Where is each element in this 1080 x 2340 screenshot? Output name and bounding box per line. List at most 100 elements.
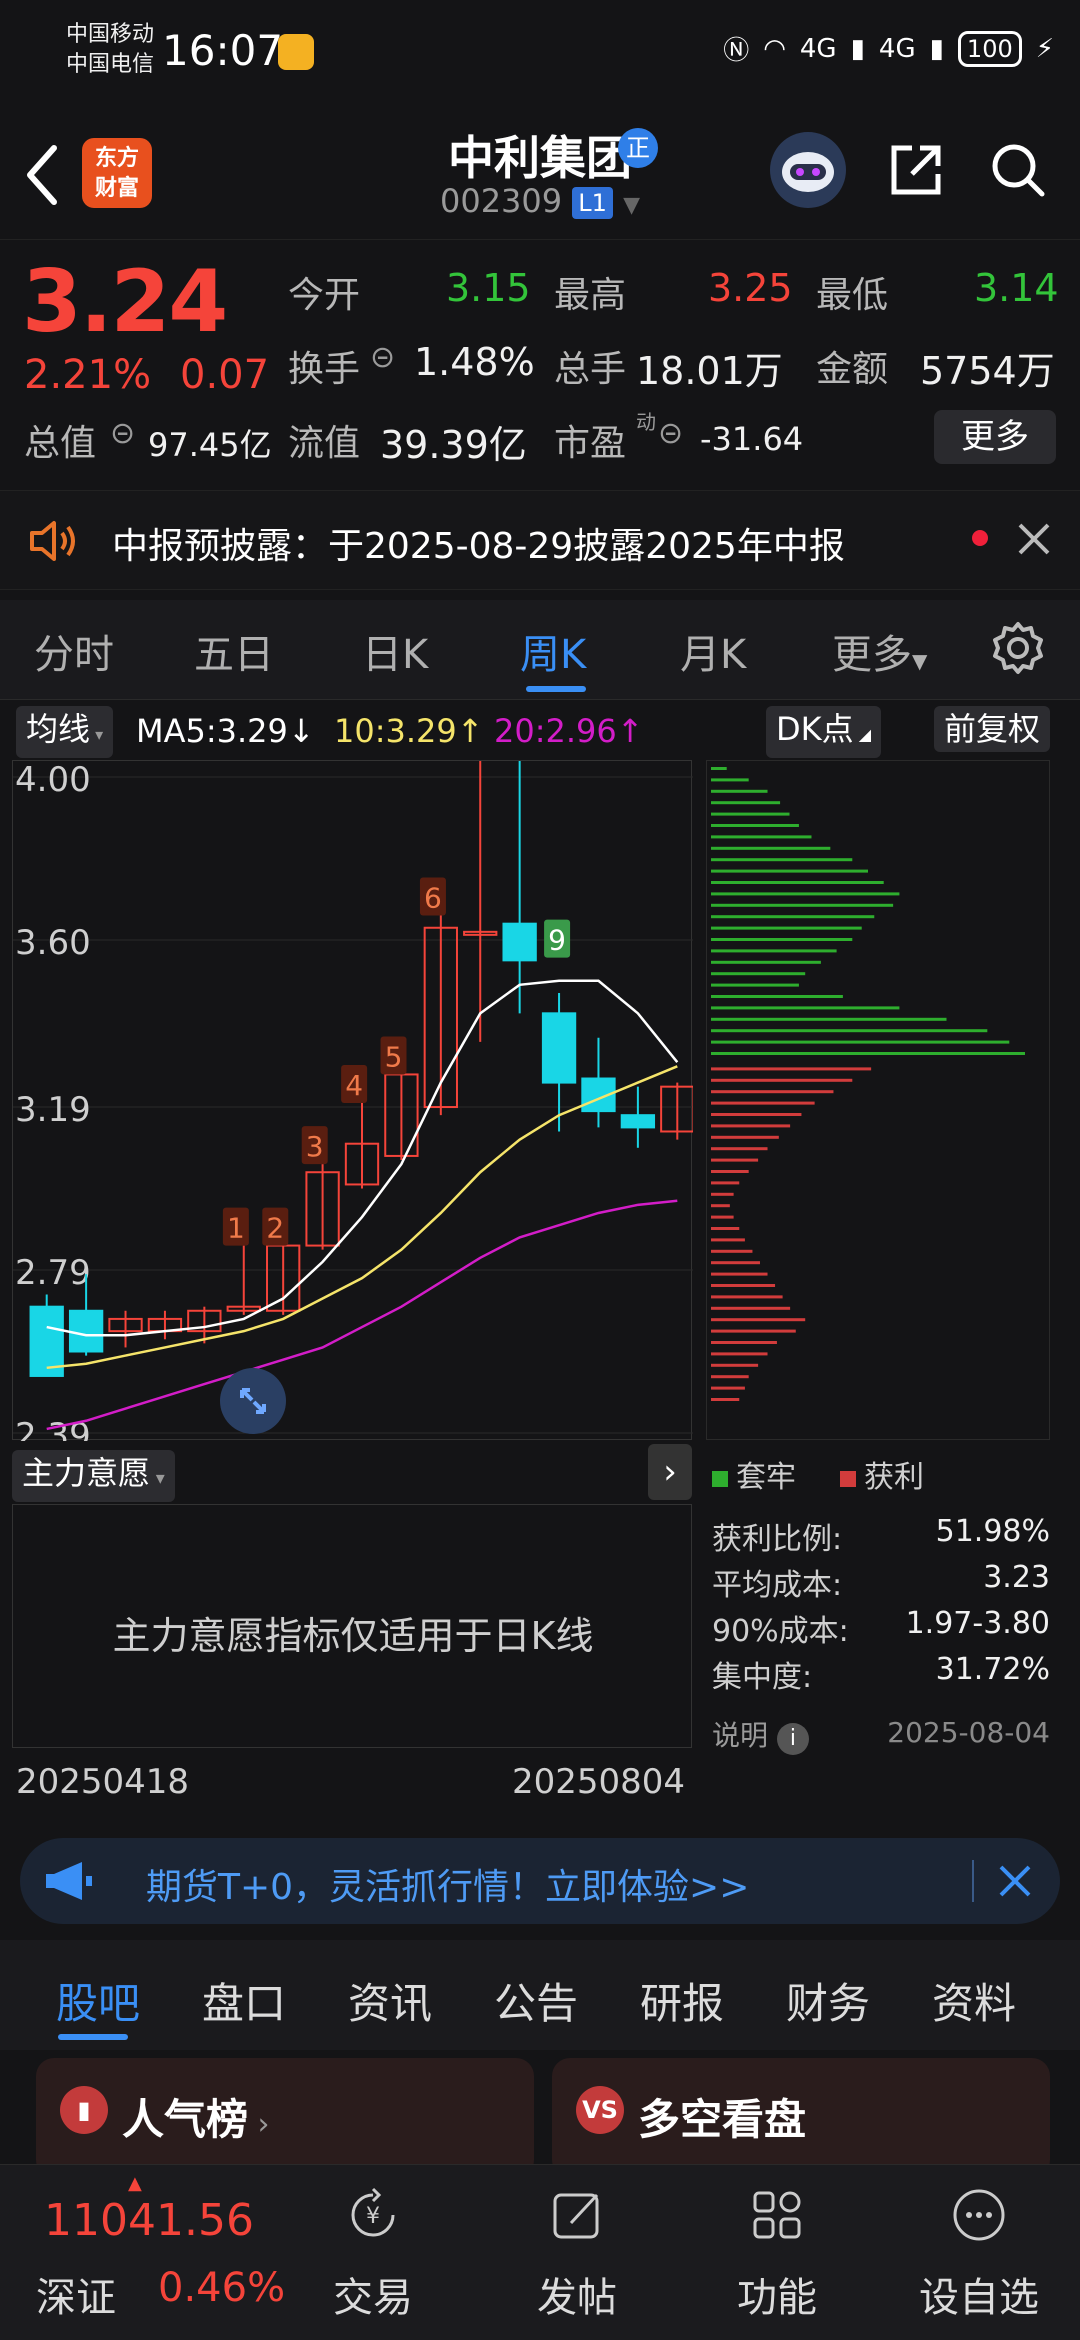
active-tab-indicator <box>58 2034 128 2040</box>
close-icon[interactable] <box>998 1864 1032 1898</box>
info-icon: i <box>776 1723 809 1755</box>
level-badge: L1 <box>572 187 613 219</box>
info-icon[interactable]: ⊝ <box>658 416 683 451</box>
change-amount: 0.07 <box>180 352 270 398</box>
nav-functions[interactable]: 功能 <box>702 2185 852 2323</box>
megaphone-icon <box>46 1862 92 1900</box>
change-percent: 2.21% <box>24 352 152 398</box>
long-short-card[interactable]: VS 多空看盘 <box>552 2058 1050 2178</box>
y-tick-label: 3.19 <box>15 1090 91 1130</box>
carrier-2: 中国电信 <box>66 52 155 77</box>
tab-daily-k[interactable]: 日K <box>362 622 428 680</box>
stock-header: 东方 财富 中利集团 正 002309 L1 ▼ <box>0 110 1080 240</box>
share-icon[interactable] <box>886 140 946 200</box>
status-badge: 正 <box>618 128 658 168</box>
chevron-down-icon: ▼ <box>912 649 928 673</box>
ma-selector[interactable]: 均线 ▾ <box>16 706 114 758</box>
expand-chart-icon[interactable] <box>220 1368 286 1434</box>
current-price: 3.24 <box>22 252 228 352</box>
y-tick-label: 2.79 <box>15 1253 91 1293</box>
info-icon[interactable]: ⊝ <box>110 416 135 451</box>
more-quote-button[interactable]: 更多 <box>934 410 1056 464</box>
unread-dot <box>972 530 988 546</box>
promo-banner[interactable]: 期货T+0，灵活抓行情！立即体验>> <box>20 1838 1060 1924</box>
tab-announcements[interactable]: 公告 <box>494 1970 578 2031</box>
tab-more[interactable]: 更多▼ <box>832 622 927 680</box>
tab-finance[interactable]: 财务 <box>786 1970 870 2031</box>
ma5-value: MA5:3.29↓ <box>136 712 315 750</box>
index-change: 0.46% <box>158 2265 286 2311</box>
tab-five-day[interactable]: 五日 <box>194 622 274 680</box>
chip-bar-trapped <box>711 846 831 850</box>
legend-swatch <box>712 1470 728 1487</box>
index-value[interactable]: 11041.56 <box>44 2195 254 2246</box>
chip-bar-trapped <box>711 1006 900 1010</box>
chip-bar-profit <box>711 1067 872 1071</box>
adjust-selector[interactable]: 前复权 <box>934 706 1051 752</box>
nav-trade[interactable]: ¥ 交易 <box>298 2185 448 2323</box>
gear-icon[interactable] <box>990 620 1046 676</box>
tab-weekly-k[interactable]: 周K <box>520 622 586 680</box>
amount-value: 5754万 <box>920 349 1055 393</box>
chip-bar-profit <box>711 1284 776 1287</box>
kline-chart[interactable]: 4.003.603.192.792.39123456789 <box>12 673 695 1456</box>
chip-bar-profit <box>711 1386 745 1390</box>
amount-label: 金额 <box>816 349 889 390</box>
svg-text:¥: ¥ <box>366 2204 380 2229</box>
notice-text: 中报预披露：于2025-08-29披露2025年中报 <box>112 526 845 567</box>
chip-bar-trapped <box>711 767 727 770</box>
tab-profile[interactable]: 资料 <box>932 1970 1016 2031</box>
legend-swatch <box>840 1470 856 1487</box>
nav-add-watchlist[interactable]: 设自选 <box>904 2185 1054 2323</box>
chip-bar-trapped <box>711 949 837 953</box>
concentration-value: 31.72% <box>935 1652 1050 1687</box>
ma10-value: 10:3.29↑ <box>334 712 484 750</box>
popularity-card[interactable]: ▮ 人气榜 › <box>36 2058 534 2178</box>
chip-bar-profit <box>711 1204 730 1208</box>
nav-post[interactable]: 发帖 <box>502 2185 652 2323</box>
pe-superscript: 动 <box>636 410 656 434</box>
robot-assistant-icon[interactable] <box>770 132 846 208</box>
system-icons: Ⓝ ◠ 4G ▮ 4G ▮ 100 ⚡ <box>723 30 1054 67</box>
explain-link[interactable]: 说明 i <box>712 1714 809 1755</box>
high-label: 最高 <box>554 275 627 316</box>
chip-bar-trapped <box>711 1017 947 1021</box>
chip-bar-trapped <box>711 778 749 782</box>
tab-forum[interactable]: 股吧 <box>56 1970 140 2031</box>
high-value: 3.25 <box>708 266 793 310</box>
chip-bar-profit <box>711 1181 740 1185</box>
arrow-up-icon: ↑ <box>616 712 644 750</box>
kline-svg: 4.003.603.192.792.39123456789 <box>13 673 695 1456</box>
mktcap-value: 97.45亿 <box>148 426 272 464</box>
chip-bar-profit <box>711 1363 759 1367</box>
chip-bar-trapped <box>711 903 894 907</box>
up-triangle-icon: ▲ <box>128 2173 142 2194</box>
concentration-label: 集中度: <box>712 1660 813 1695</box>
chip-date: 2025-08-04 <box>887 1716 1050 1749</box>
chip-bar-trapped <box>711 1052 1025 1055</box>
tab-news[interactable]: 资讯 <box>348 1970 432 2031</box>
chip-bar-trapped <box>711 869 868 873</box>
chevron-right-icon[interactable]: › <box>648 1444 692 1500</box>
turnover-label: 换手 <box>288 349 361 390</box>
tab-research[interactable]: 研报 <box>640 1970 724 2031</box>
tab-orderbook[interactable]: 盘口 <box>202 1970 286 2031</box>
sub-indicator-selector[interactable]: 主力意愿 ▾ <box>12 1450 175 1502</box>
search-icon[interactable] <box>988 140 1048 200</box>
info-icon[interactable]: ⊝ <box>370 340 395 375</box>
notice-bar[interactable]: 中报预披露：于2025-08-29披露2025年中报 <box>0 490 1080 590</box>
low-label: 最低 <box>816 275 889 316</box>
close-icon[interactable] <box>1016 521 1052 557</box>
index-name[interactable]: 深证 <box>36 2265 116 2323</box>
chip-bar-profit <box>711 1398 740 1401</box>
candle-body <box>502 922 537 962</box>
td-marker-label: 9 <box>548 924 566 957</box>
active-tab-indicator <box>526 686 586 692</box>
tab-intraday[interactable]: 分时 <box>34 622 114 680</box>
tab-monthly-k[interactable]: 月K <box>680 622 746 680</box>
carrier-1: 中国移动 <box>66 22 155 47</box>
turnover-value: 1.48% <box>414 340 535 384</box>
chip-bar-trapped <box>711 926 862 930</box>
dk-point-selector[interactable]: DK点 ◢ <box>766 706 882 758</box>
chip-bar-profit <box>711 1170 749 1173</box>
